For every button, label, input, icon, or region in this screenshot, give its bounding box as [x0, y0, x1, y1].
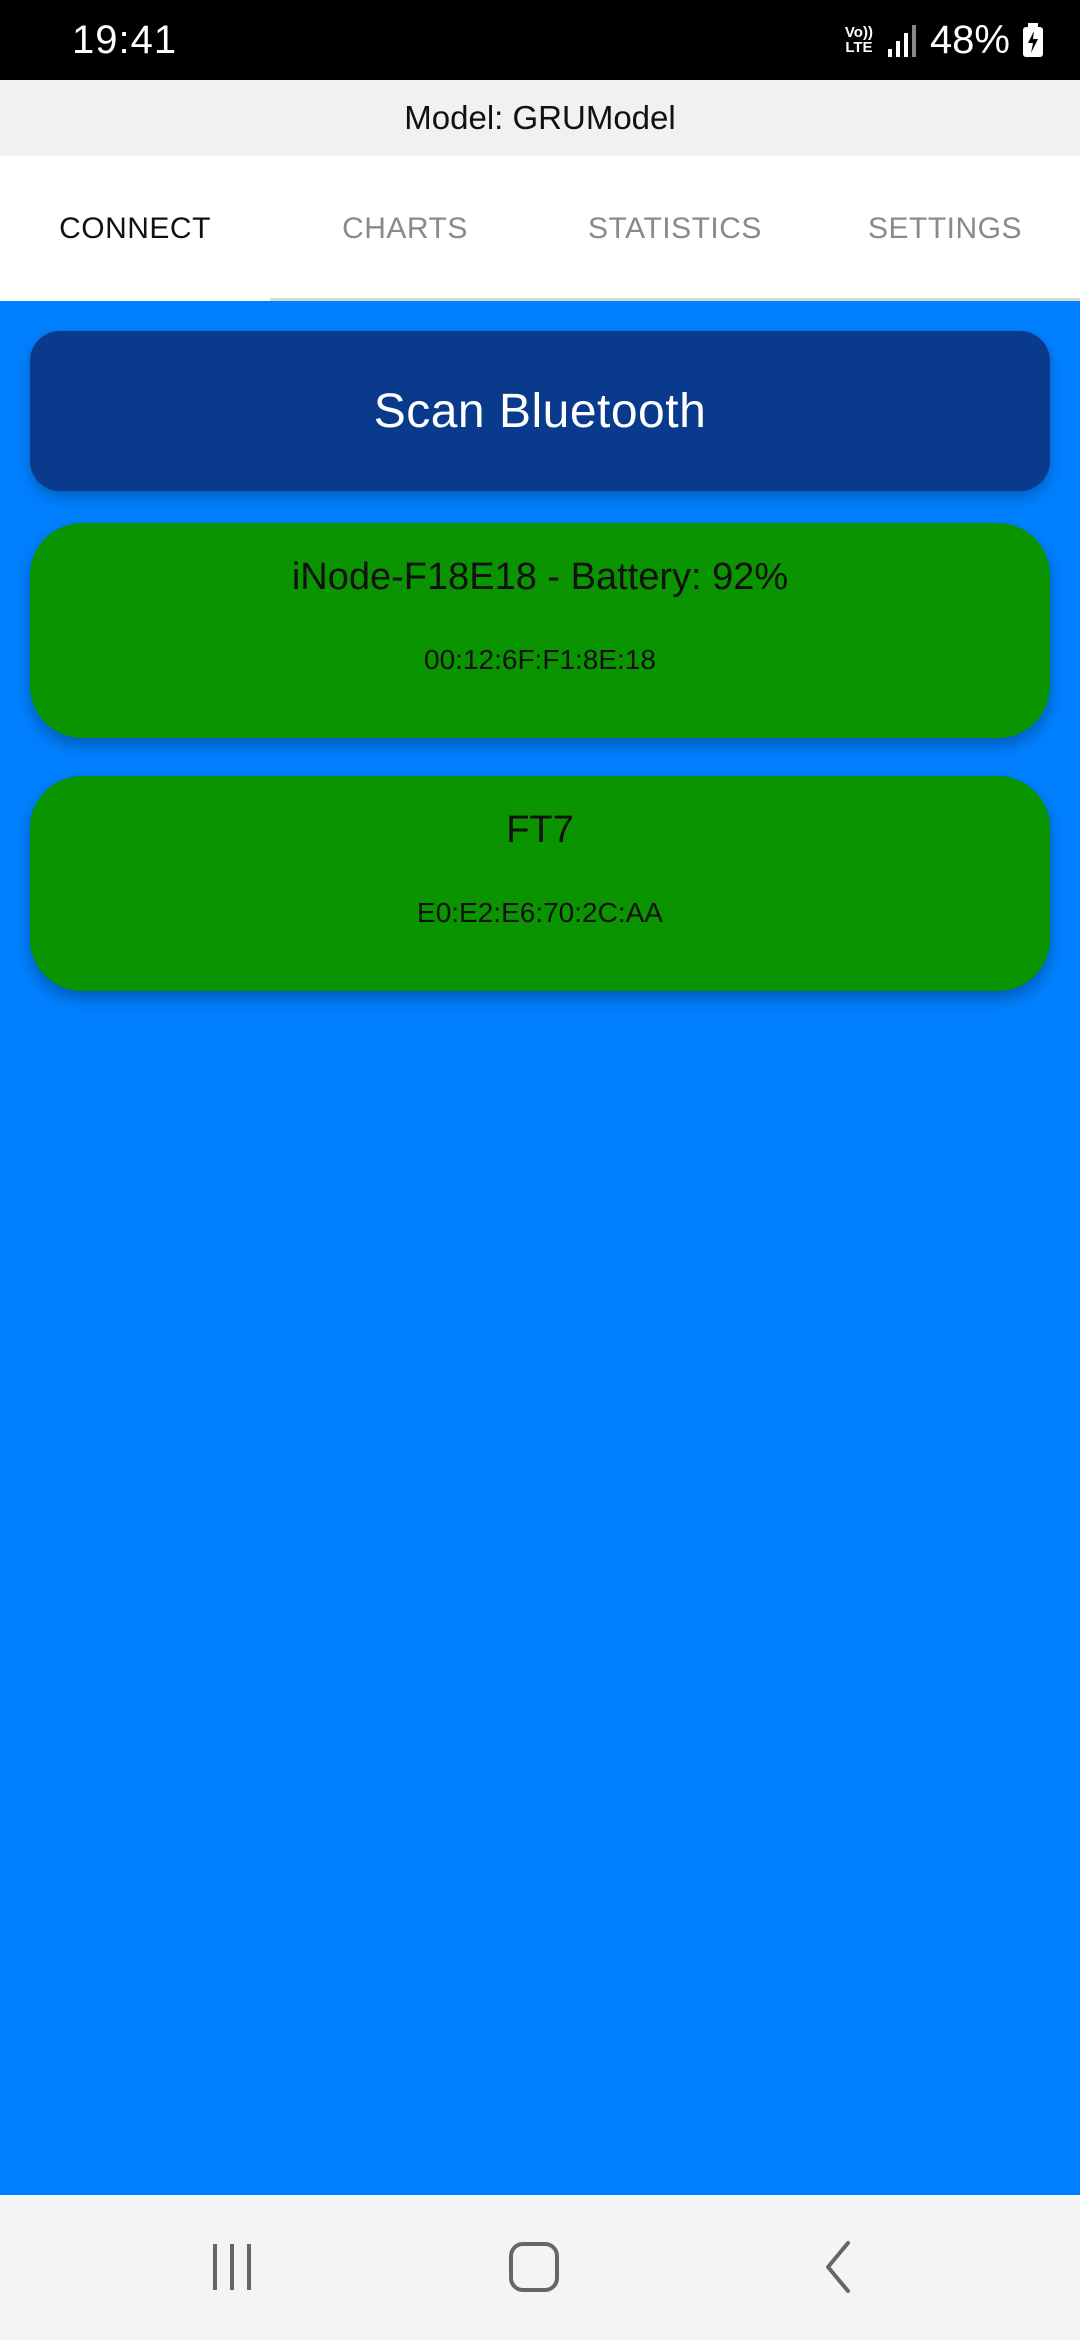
device-card[interactable]: iNode-F18E18 - Battery: 92% 00:12:6F:F1:… — [30, 523, 1050, 738]
tab-statistics[interactable]: STATISTICS — [540, 156, 810, 301]
battery-charging-icon — [1023, 23, 1043, 57]
recent-apps-button[interactable] — [172, 2217, 292, 2317]
signal-icon — [887, 25, 916, 57]
device-mac-address: E0:E2:E6:70:2C:AA — [417, 897, 663, 928]
device-name: FT7 — [506, 809, 574, 851]
volte-icon: Vo)) LTE — [844, 24, 873, 56]
scan-bluetooth-button[interactable]: Scan Bluetooth — [30, 331, 1050, 491]
home-button[interactable] — [474, 2217, 594, 2317]
tab-connect[interactable]: CONNECT — [0, 156, 270, 301]
device-mac-address: 00:12:6F:F1:8E:18 — [424, 644, 656, 675]
recent-apps-icon — [213, 2244, 251, 2290]
home-icon — [509, 2242, 559, 2292]
back-icon — [826, 2241, 850, 2293]
device-name: iNode-F18E18 - Battery: 92% — [291, 556, 789, 598]
battery-percent: 48% — [929, 17, 1010, 62]
system-nav-bar — [0, 2195, 1080, 2340]
device-card[interactable]: FT7 E0:E2:E6:70:2C:AA — [30, 776, 1050, 991]
status-icons: Vo)) LTE 48% — [842, 14, 1044, 66]
status-bar: 19:41 Vo)) LTE 48% — [0, 0, 1080, 80]
connect-panel: Scan Bluetooth iNode-F18E18 - Battery: 9… — [0, 301, 1080, 2195]
model-title-bar: Model: GRUModel — [0, 80, 1080, 156]
tab-charts[interactable]: CHARTS — [270, 156, 540, 301]
status-time: 19:41 — [72, 18, 178, 62]
tab-bar: CONNECT CHARTS STATISTICS SETTINGS — [0, 156, 1080, 301]
back-button[interactable] — [778, 2217, 898, 2317]
page-title: Model: GRUModel — [404, 99, 676, 136]
tab-settings[interactable]: SETTINGS — [810, 156, 1080, 301]
